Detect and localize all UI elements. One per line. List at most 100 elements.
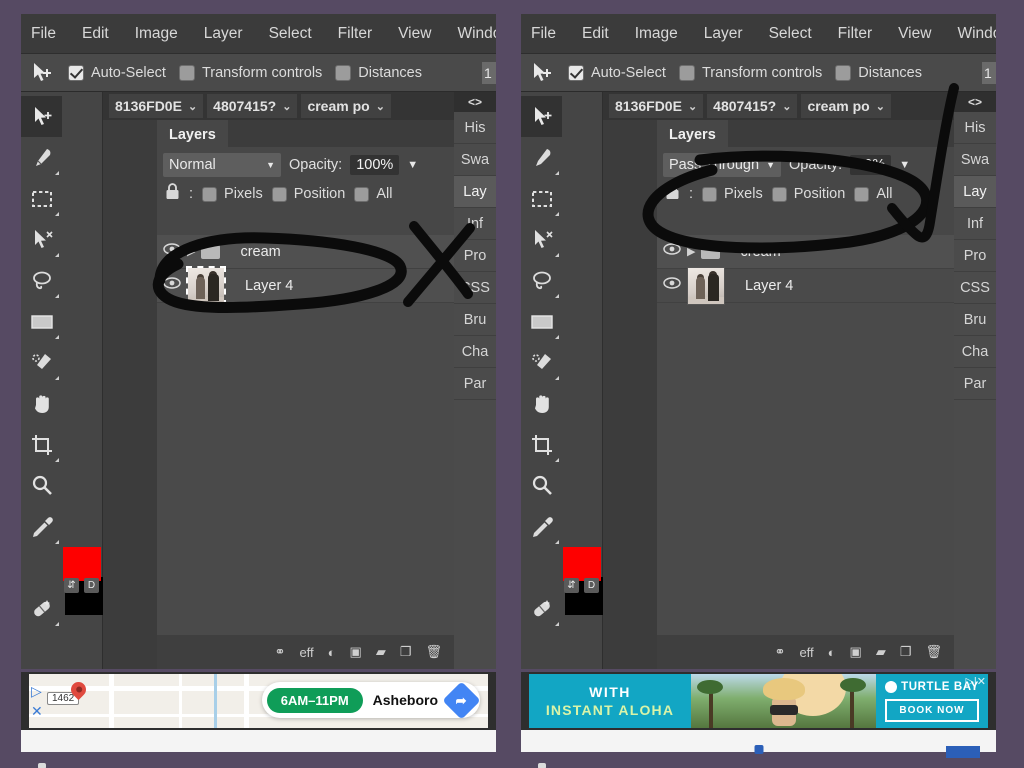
blend-mode-dropdown[interactable]: Normal ▼ <box>163 153 281 177</box>
lock-all-option[interactable]: All <box>354 186 392 202</box>
lasso-tool[interactable] <box>21 260 62 301</box>
color-swatches[interactable]: ⇵ D <box>63 547 103 615</box>
swap-colors-icon[interactable]: ⇵ <box>64 578 79 593</box>
tab-layers[interactable]: Layers <box>657 120 728 147</box>
chevron-down-icon[interactable]: ⌄ <box>188 100 197 113</box>
chevron-down-icon[interactable]: ⌄ <box>782 100 791 113</box>
lock-all-option[interactable]: All <box>854 186 892 202</box>
clone-stamp-tool[interactable] <box>521 752 562 768</box>
lock-position-checkbox[interactable] <box>271 186 287 202</box>
move-tool[interactable] <box>521 96 562 137</box>
layer-thumbnail[interactable] <box>687 266 725 305</box>
nav-button[interactable] <box>946 746 980 758</box>
auto-select-option[interactable]: Auto-Select <box>568 64 666 81</box>
menu-item-select[interactable]: Select <box>269 25 312 43</box>
zoom-tool[interactable] <box>521 465 562 506</box>
rectangular-marquee-tool[interactable] <box>21 178 62 219</box>
document-tab-3[interactable]: cream po ⌄ <box>301 94 391 118</box>
rail-item-swatches[interactable]: Swa <box>954 144 996 176</box>
opacity-chevron-down-icon[interactable]: ▼ <box>899 159 910 171</box>
hand-tool[interactable] <box>21 383 62 424</box>
auto-select-option[interactable]: Auto-Select <box>68 64 166 81</box>
layer-effects-icon[interactable]: eff <box>799 645 813 660</box>
layer-name[interactable]: Layer 4 <box>745 278 793 294</box>
layer-row-layer-4[interactable]: Layer 4 <box>657 266 954 305</box>
layer-name[interactable]: cream <box>240 244 280 260</box>
layer-row-layer-4[interactable]: Layer 4 <box>157 265 454 306</box>
foreground-color-swatch[interactable] <box>563 547 601 581</box>
default-colors-icon[interactable]: D <box>84 578 99 593</box>
lock-pixels-checkbox[interactable] <box>202 186 218 202</box>
default-colors-icon[interactable]: D <box>584 578 599 593</box>
chevron-down-icon[interactable]: ⌄ <box>376 100 385 113</box>
lock-all-checkbox[interactable] <box>854 186 870 202</box>
zoom-tool[interactable] <box>21 465 62 506</box>
hand-tool[interactable] <box>521 383 562 424</box>
rail-item-history[interactable]: His <box>454 112 496 144</box>
menu-item-view[interactable]: View <box>398 25 431 43</box>
link-layers-icon[interactable]: ⚭ <box>275 644 286 660</box>
transform-controls-checkbox[interactable] <box>678 64 695 81</box>
layer-effects-icon[interactable]: eff <box>299 645 313 660</box>
rectangle-shape-tool[interactable] <box>21 301 62 342</box>
healing-brush-tool[interactable] <box>521 588 562 629</box>
menu-item-filter[interactable]: Filter <box>838 25 872 43</box>
distances-option[interactable]: Distances <box>835 64 922 81</box>
document-tab-2[interactable]: 4807415? ⌄ <box>707 94 798 118</box>
map-ad[interactable]: 1462 ▷ ✕ 6AM–11PM Asheboro ➦ <box>29 674 488 728</box>
move-tool[interactable] <box>21 96 62 137</box>
rail-item-paragraph[interactable]: Par <box>454 368 496 400</box>
rail-item-info[interactable]: Inf <box>454 208 496 240</box>
visibility-eye-icon[interactable] <box>163 276 181 295</box>
lock-pixels-option[interactable]: Pixels <box>702 186 763 202</box>
rectangle-shape-tool[interactable] <box>521 301 562 342</box>
menu-item-window[interactable]: Window <box>957 25 996 43</box>
rail-item-properties[interactable]: Pro <box>954 240 996 272</box>
color-swatches-2[interactable]: ⇵ D <box>563 547 603 615</box>
blend-mode-dropdown[interactable]: Pass Through ▼ <box>663 153 781 177</box>
layer-mask-icon[interactable]: ▣ <box>350 644 362 660</box>
rail-item-channels[interactable]: Cha <box>954 336 996 368</box>
new-layer-icon[interactable]: ❐ <box>400 644 412 660</box>
quick-selection-tool[interactable] <box>21 342 62 383</box>
opacity-value[interactable]: 100% <box>350 155 400 175</box>
rail-item-channels[interactable]: Cha <box>454 336 496 368</box>
menu-item-view[interactable]: View <box>898 25 931 43</box>
options-trailing-value[interactable]: 1 <box>482 61 496 84</box>
menu-item-image[interactable]: Image <box>635 25 678 43</box>
layer-list[interactable]: ▶ cream Layer 4 <box>157 235 454 635</box>
layer-thumbnail[interactable] <box>186 265 226 306</box>
distances-checkbox[interactable] <box>835 64 852 81</box>
menu-item-filter[interactable]: Filter <box>338 25 372 43</box>
crop-tool[interactable] <box>21 424 62 465</box>
menu-item-window[interactable]: Window <box>457 25 496 43</box>
transform-controls-option[interactable]: Transform controls <box>678 64 822 81</box>
lock-all-checkbox[interactable] <box>354 186 370 202</box>
lock-position-option[interactable]: Position <box>271 186 345 202</box>
chevron-down-icon[interactable]: ⌄ <box>282 100 291 113</box>
layer-mask-icon[interactable]: ▣ <box>850 644 862 660</box>
delete-layer-icon[interactable]: 🗑 <box>425 644 442 660</box>
book-now-button[interactable]: BOOK NOW <box>885 698 979 722</box>
options-trailing-value[interactable]: 1 <box>982 61 996 84</box>
path-selection-tool[interactable] <box>521 219 562 260</box>
swap-colors-icon[interactable]: ⇵ <box>564 578 579 593</box>
rail-item-paragraph[interactable]: Par <box>954 368 996 400</box>
quick-selection-tool[interactable] <box>521 342 562 383</box>
lock-pixels-option[interactable]: Pixels <box>202 186 263 202</box>
adjustment-layer-icon[interactable]: ◐ <box>328 645 336 660</box>
opacity-chevron-down-icon[interactable]: ▼ <box>407 159 418 171</box>
auto-select-checkbox[interactable] <box>568 64 584 81</box>
pen-tool[interactable] <box>521 137 562 178</box>
rail-expand-icon[interactable]: <> <box>454 92 496 112</box>
rail-item-brushes[interactable]: Bru <box>954 304 996 336</box>
rail-item-css[interactable]: CSS <box>954 272 996 304</box>
map-ad-card[interactable]: 6AM–11PM Asheboro ➦ <box>261 680 481 720</box>
menu-item-layer[interactable]: Layer <box>704 25 743 43</box>
clone-stamp-tool[interactable] <box>21 752 62 768</box>
delete-layer-icon[interactable]: 🗑 <box>925 644 942 660</box>
eyedropper-tool[interactable] <box>21 506 62 547</box>
opacity-value[interactable]: 90% <box>850 155 892 175</box>
transform-controls-option[interactable]: Transform controls <box>178 64 322 81</box>
lock-position-checkbox[interactable] <box>771 186 787 202</box>
